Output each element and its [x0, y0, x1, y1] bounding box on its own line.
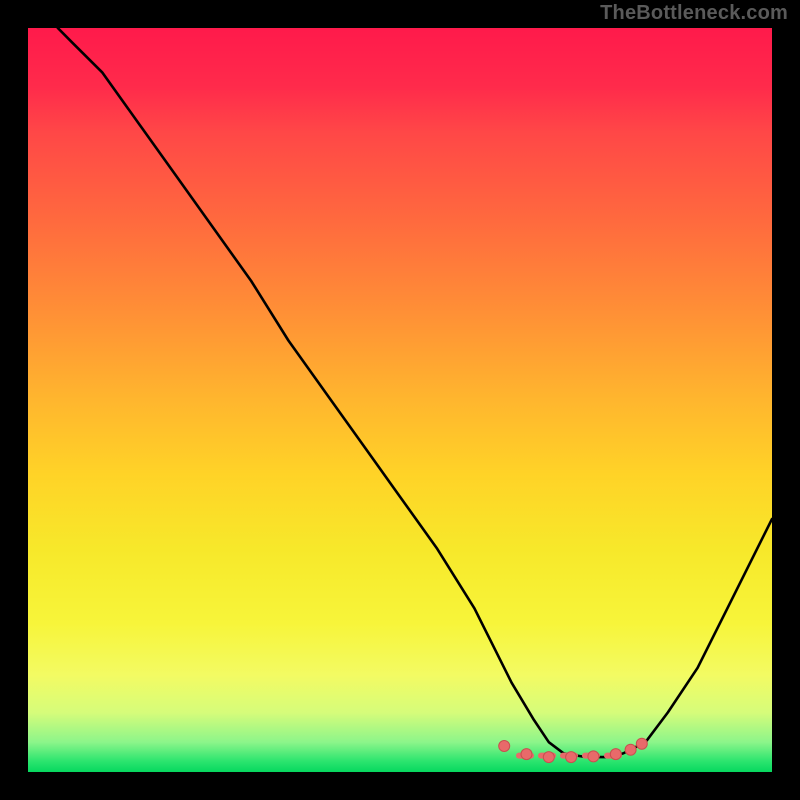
marker-dot	[499, 741, 510, 752]
marker-dot	[521, 749, 532, 760]
curve-overlay	[28, 28, 772, 772]
optimal-range-dots	[499, 738, 648, 762]
watermark-text: TheBottleneck.com	[600, 2, 788, 25]
bottleneck-curve	[58, 28, 772, 757]
marker-dot	[588, 751, 599, 762]
marker-dot	[543, 752, 554, 763]
marker-dot	[610, 749, 621, 760]
plot-area	[28, 28, 772, 772]
marker-dot	[636, 738, 647, 749]
marker-dot	[625, 744, 636, 755]
chart-container: TheBottleneck.com	[0, 0, 800, 800]
marker-dot	[566, 752, 577, 763]
